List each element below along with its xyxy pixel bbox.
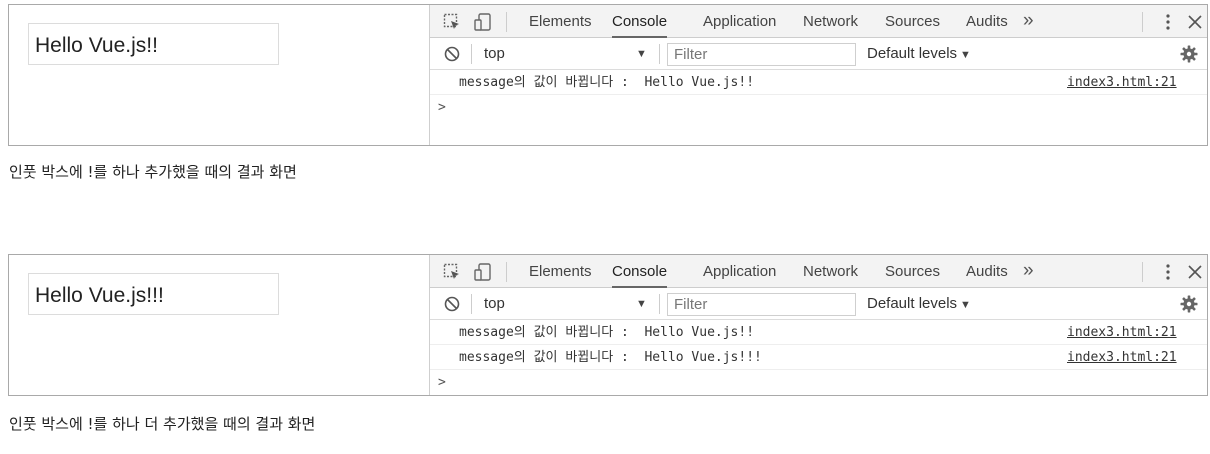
caption-2: 인풋 박스에 !를 하나 더 추가했을 때의 결과 화면: [9, 415, 316, 433]
close-icon[interactable]: [1185, 262, 1205, 282]
tab-elements[interactable]: Elements: [529, 5, 592, 38]
inspect-element-icon[interactable]: [443, 13, 461, 31]
tab-audits[interactable]: Audits: [966, 5, 1008, 38]
tab-network[interactable]: Network: [803, 255, 858, 288]
caption-1: 인풋 박스에 !를 하나 추가했을 때의 결과 화면: [9, 163, 297, 181]
device-toolbar-icon[interactable]: [474, 263, 492, 281]
more-tabs-button[interactable]: »: [1023, 255, 1034, 288]
chevron-down-icon: ▼: [960, 49, 971, 61]
kebab-menu-icon[interactable]: [1165, 262, 1171, 282]
devtools-tabbar: Elements Console Application Network Sou…: [430, 5, 1207, 38]
screenshot-panel-1: Hello Vue.js!! Elements Console Applicat…: [8, 4, 1208, 146]
log-levels-dropdown[interactable]: Default levels ▼: [867, 293, 971, 316]
console-output: message의 값이 바뀝니다 : Hello Vue.js!! index3…: [430, 320, 1207, 395]
log-source-link[interactable]: index3.html:21: [1067, 320, 1177, 345]
chevron-down-icon: ▼: [960, 299, 971, 311]
console-prompt[interactable]: >: [430, 370, 1207, 395]
log-source-link[interactable]: index3.html:21: [1067, 70, 1177, 95]
page-pane: Hello Vue.js!!: [9, 5, 429, 145]
inspect-element-icon[interactable]: [443, 263, 461, 281]
context-select[interactable]: top: [478, 293, 654, 315]
toolbar-divider: [506, 12, 507, 32]
kebab-menu-icon[interactable]: [1165, 12, 1171, 32]
message-input[interactable]: Hello Vue.js!!: [28, 23, 279, 65]
tab-sources[interactable]: Sources: [885, 5, 940, 38]
console-output: message의 값이 바뀝니다 : Hello Vue.js!! index3…: [430, 70, 1207, 145]
console-log-row: message의 값이 바뀝니다 : Hello Vue.js!! index3…: [430, 320, 1207, 345]
console-filterbar: top ▼ Filter Default levels ▼: [430, 288, 1207, 320]
console-prompt[interactable]: >: [430, 95, 1207, 120]
toolbar-divider: [1142, 12, 1143, 32]
filterbar-divider: [659, 294, 660, 314]
context-select[interactable]: top: [478, 43, 654, 65]
console-filterbar: top ▼ Filter Default levels ▼: [430, 38, 1207, 70]
page-pane: Hello Vue.js!!!: [9, 255, 429, 395]
log-message: message의 값이 바뀝니다 : Hello Vue.js!!: [459, 325, 755, 340]
log-message: message의 값이 바뀝니다 : Hello Vue.js!!: [459, 75, 755, 90]
filterbar-divider: [471, 294, 472, 314]
message-input[interactable]: Hello Vue.js!!!: [28, 273, 279, 315]
gear-icon[interactable]: [1180, 295, 1198, 313]
filterbar-divider: [471, 44, 472, 64]
tab-console[interactable]: Console: [612, 255, 668, 288]
console-log-row: message의 값이 바뀝니다 : Hello Vue.js!!! index…: [430, 345, 1207, 370]
console-log-row: message의 값이 바뀝니다 : Hello Vue.js!! index3…: [430, 70, 1207, 95]
clear-console-icon[interactable]: [443, 295, 461, 313]
tab-audits[interactable]: Audits: [966, 255, 1008, 288]
toolbar-divider: [506, 262, 507, 282]
gear-icon[interactable]: [1180, 45, 1198, 63]
tab-application[interactable]: Application: [703, 255, 776, 288]
close-icon[interactable]: [1185, 12, 1205, 32]
tab-network[interactable]: Network: [803, 5, 858, 38]
filterbar-divider: [659, 44, 660, 64]
chevron-down-icon: ▼: [636, 298, 647, 310]
log-levels-label: Default levels: [867, 295, 958, 312]
tab-elements[interactable]: Elements: [529, 255, 592, 288]
devtools-tabbar: Elements Console Application Network Sou…: [430, 255, 1207, 288]
clear-console-icon[interactable]: [443, 45, 461, 63]
devtools-panel: Elements Console Application Network Sou…: [429, 255, 1207, 395]
screenshot-panel-2: Hello Vue.js!!! Elements Console Applica…: [8, 254, 1208, 396]
log-levels-label: Default levels: [867, 45, 958, 62]
filter-input[interactable]: Filter: [667, 43, 856, 66]
log-message: message의 값이 바뀝니다 : Hello Vue.js!!!: [459, 350, 762, 365]
log-source-link[interactable]: index3.html:21: [1067, 345, 1177, 370]
filter-input[interactable]: Filter: [667, 293, 856, 316]
devtools-panel: Elements Console Application Network Sou…: [429, 5, 1207, 145]
tab-sources[interactable]: Sources: [885, 255, 940, 288]
tab-application[interactable]: Application: [703, 5, 776, 38]
chevron-down-icon: ▼: [636, 48, 647, 60]
device-toolbar-icon[interactable]: [474, 13, 492, 31]
more-tabs-button[interactable]: »: [1023, 5, 1034, 38]
toolbar-divider: [1142, 262, 1143, 282]
log-levels-dropdown[interactable]: Default levels ▼: [867, 43, 971, 66]
tab-console[interactable]: Console: [612, 5, 668, 38]
